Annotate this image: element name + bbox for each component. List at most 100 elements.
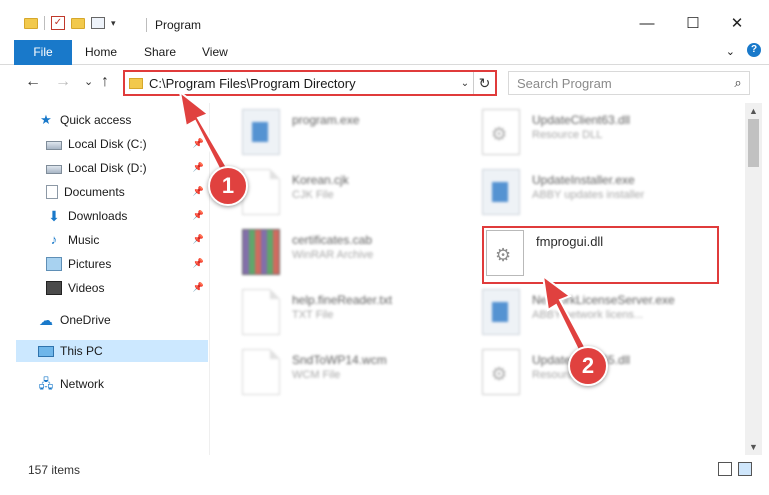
sidebar-item-label: OneDrive (60, 313, 111, 327)
details-view-icon[interactable] (718, 462, 732, 476)
generic-file-icon (242, 169, 280, 215)
close-button[interactable]: ✕ (722, 12, 752, 36)
navigation-bar: ← → ⌄ ↑ C:\Program Files\Program Directo… (0, 66, 769, 100)
file-name: help.fineReader.txt (292, 293, 393, 307)
large-icons-view-icon[interactable] (738, 462, 752, 476)
divider (44, 16, 45, 30)
tab-file[interactable]: File (14, 40, 72, 65)
generic-file-icon (242, 349, 280, 395)
file-type: ABBY updates installer (532, 189, 645, 201)
scroll-down-icon[interactable]: ▼ (745, 439, 762, 455)
file-type: ABBY network licens... (532, 309, 644, 321)
sidebar-item-label: Documents (64, 185, 125, 199)
back-button[interactable]: ← (25, 73, 41, 91)
tab-share[interactable]: Share (144, 40, 176, 65)
sidebar-item-local-disk-d[interactable]: Local Disk (D:) 📌 (46, 157, 208, 179)
highlight-box (482, 226, 719, 284)
address-bar[interactable]: C:\Program Files\Program Directory ⌄ ↻ (123, 70, 497, 96)
file-type: TXT File (292, 309, 334, 321)
file-name: Korean.cjk (292, 173, 349, 187)
file-name: UpdateInstaller.exe (532, 173, 635, 187)
pictures-icon (46, 257, 62, 271)
file-name: program.exe (292, 113, 360, 127)
file-item[interactable]: help.fineReader.txt TXT File (242, 287, 487, 347)
file-item[interactable]: certificates.cab WinRAR Archive (242, 227, 487, 287)
generic-file-icon (242, 289, 280, 335)
cloud-icon: ☁ (39, 312, 53, 328)
computer-icon (38, 345, 54, 357)
file-name: UpdateClient63.dll (532, 113, 631, 127)
file-item[interactable]: NetworkLicenseServer.exe ABBY network li… (482, 287, 727, 347)
pin-icon: 📌 (192, 186, 204, 196)
search-input[interactable]: Search Program (509, 76, 727, 91)
customize-toolbar-icon[interactable]: ▾ (111, 18, 116, 29)
folder-icon (129, 77, 143, 89)
ribbon-tabs: File Home Share View ⌄ ? (0, 40, 769, 65)
new-folder-icon[interactable] (71, 17, 85, 29)
search-box[interactable]: Search Program ⌕ (508, 71, 750, 95)
sidebar-item-music[interactable]: ♪ Music 📌 (46, 229, 208, 251)
expand-ribbon-icon[interactable]: ⌄ (726, 45, 735, 58)
sidebar-item-documents[interactable]: Documents 📌 (46, 181, 208, 203)
help-icon[interactable]: ? (747, 43, 761, 57)
gear-file-icon: ⚙ (482, 109, 520, 155)
sidebar-item-label: Videos (68, 281, 105, 295)
sidebar-item-downloads[interactable]: ⬇ Downloads 📌 (46, 205, 208, 227)
pin-icon: 📌 (192, 234, 204, 244)
sidebar-item-quick-access[interactable]: ★ Quick access (38, 109, 230, 131)
file-item[interactable]: SndToWP14.wcm WCM File (242, 347, 487, 407)
address-path[interactable]: C:\Program Files\Program Directory (149, 76, 457, 91)
file-name: SndToWP14.wcm (292, 353, 387, 367)
file-item[interactable]: Korean.cjk CJK File (242, 167, 487, 227)
recent-locations-button[interactable]: ⌄ (84, 75, 93, 88)
properties-icon[interactable] (91, 17, 105, 29)
scroll-up-icon[interactable]: ▲ (745, 103, 762, 119)
app-icon (482, 289, 520, 335)
app-icon (242, 109, 280, 155)
up-button[interactable]: ↑ (101, 73, 109, 91)
file-item[interactable]: ⚙ UpdateClient63.dll Resource DLL (482, 107, 727, 167)
minimize-button[interactable]: — (632, 12, 662, 36)
videos-icon (46, 281, 62, 295)
properties-check-icon[interactable]: ✓ (51, 16, 65, 30)
file-item[interactable]: UpdateInstaller.exe ABBY updates install… (482, 167, 727, 227)
navigation-pane: ★ Quick access Local Disk (C:) 📌 Local D… (0, 103, 210, 455)
title-bar: ✓ ▾ Program — ☐ ✕ (0, 0, 769, 40)
sidebar-item-onedrive[interactable]: ☁ OneDrive (38, 309, 208, 331)
sidebar-item-this-pc[interactable]: This PC (16, 340, 208, 362)
vertical-scrollbar[interactable]: ▲ ▼ (745, 103, 762, 455)
pin-icon: 📌 (192, 210, 204, 220)
tab-view[interactable]: View (202, 40, 228, 65)
window-title: Program (155, 18, 202, 32)
quick-access-toolbar: ✓ ▾ (24, 16, 116, 30)
sidebar-item-local-disk-c[interactable]: Local Disk (C:) 📌 (46, 133, 208, 155)
sidebar-item-label: Downloads (68, 209, 128, 223)
sidebar-item-label: Music (68, 233, 100, 247)
sidebar-item-network[interactable]: 🖧 Network (38, 373, 208, 395)
gear-file-icon: ⚙ (482, 349, 520, 395)
forward-button[interactable]: → (55, 73, 71, 91)
file-type: WCM File (292, 369, 341, 381)
sidebar-item-pictures[interactable]: Pictures 📌 (46, 253, 208, 275)
status-bar: 157 items (0, 458, 769, 482)
chevron-down-icon[interactable]: ⌄ (457, 78, 473, 89)
sidebar-item-label: Network (60, 377, 105, 391)
download-icon: ⬇ (48, 208, 60, 224)
file-type: CJK File (292, 189, 334, 201)
document-icon (46, 185, 58, 199)
maximize-button[interactable]: ☐ (678, 12, 708, 36)
sidebar-item-label: Quick access (60, 113, 132, 127)
file-name: NetworkLicenseServer.exe (532, 293, 675, 307)
archive-icon (242, 229, 280, 275)
star-icon: ★ (40, 112, 52, 127)
sidebar-item-label: Pictures (68, 257, 112, 271)
tab-home[interactable]: Home (85, 40, 117, 65)
scroll-thumb[interactable] (748, 119, 759, 167)
drive-icon (46, 141, 62, 150)
search-icon[interactable]: ⌕ (727, 75, 749, 91)
sidebar-item-videos[interactable]: Videos 📌 (46, 277, 208, 299)
app-icon (482, 169, 520, 215)
file-item[interactable]: program.exe (242, 107, 487, 167)
refresh-button[interactable]: ↻ (473, 72, 495, 94)
file-name: certificates.cab (292, 233, 373, 247)
